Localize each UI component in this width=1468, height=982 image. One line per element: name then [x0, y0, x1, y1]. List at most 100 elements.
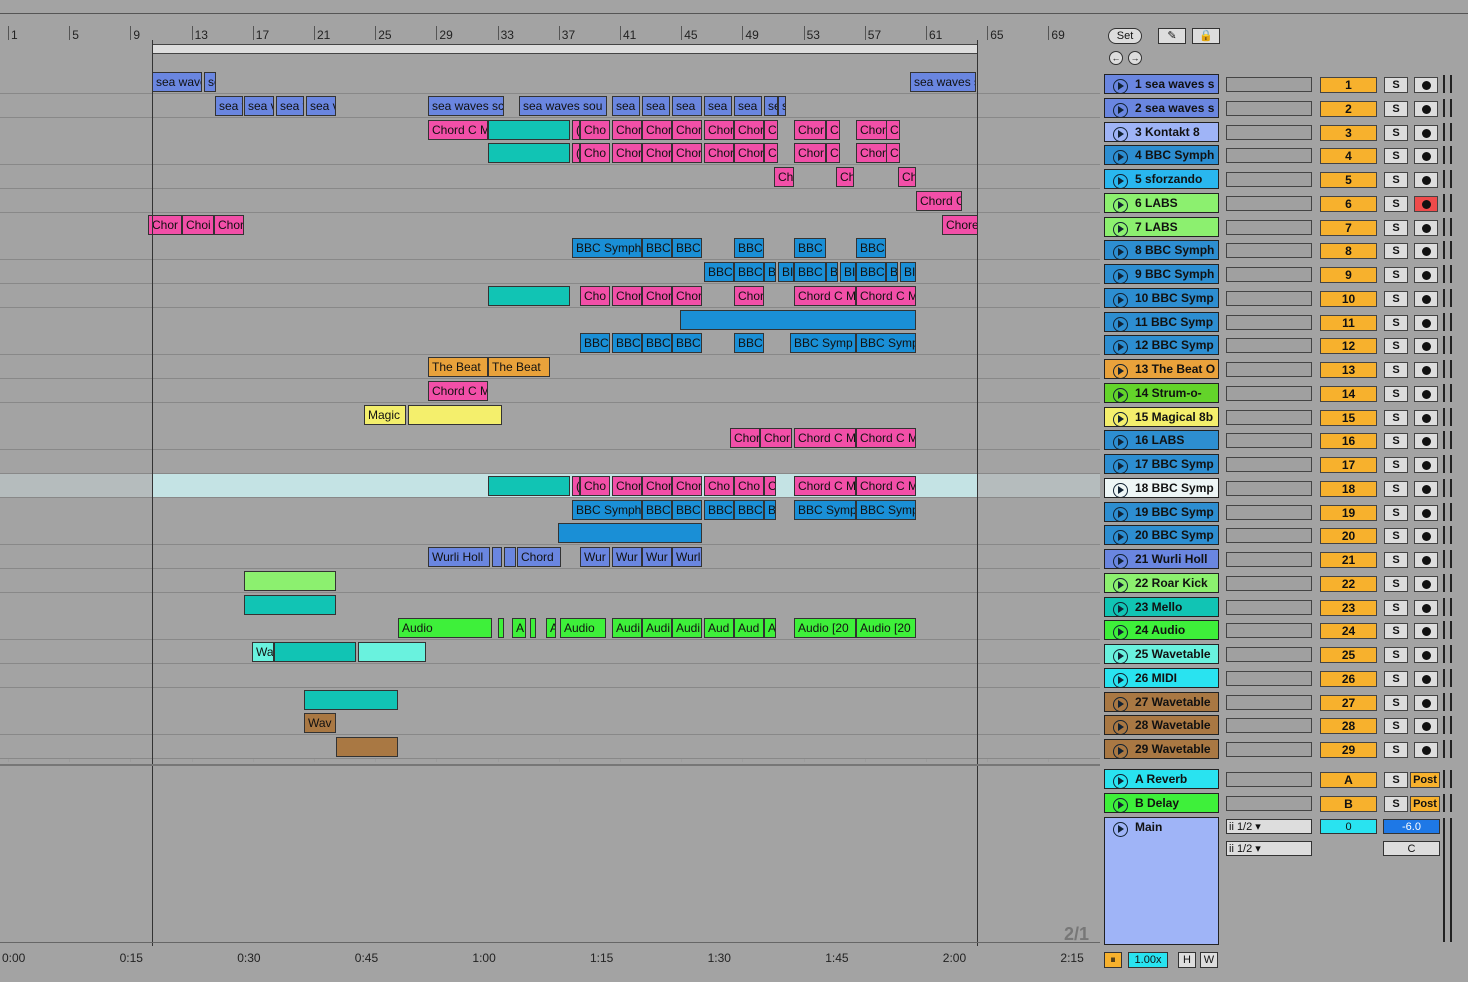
clip[interactable]: BBC: [734, 333, 764, 354]
track-name[interactable]: 25 Wavetable: [1104, 644, 1219, 664]
track-number-button[interactable]: 15: [1320, 409, 1377, 426]
track-name[interactable]: 19 BBC Symp: [1104, 501, 1219, 522]
clip[interactable]: BBC Symph: [572, 238, 642, 259]
clip[interactable]: Chor: [612, 119, 642, 140]
clip[interactable]: B: [886, 262, 898, 282]
track-lane[interactable]: [0, 735, 1100, 759]
clip[interactable]: Audio: [398, 618, 492, 639]
clip[interactable]: Chord C M: [794, 475, 856, 496]
arrangement-view[interactable]: sea wavesesea waves ssea vsea vsea vsea …: [0, 70, 1100, 762]
track-activator-icon[interactable]: [1113, 411, 1128, 426]
track-lane[interactable]: [0, 521, 1100, 546]
arm-record-icon[interactable]: [1414, 647, 1438, 663]
track-activator-icon[interactable]: [1113, 197, 1128, 212]
clip[interactable]: se: [764, 95, 778, 116]
h-button[interactable]: H: [1178, 952, 1196, 968]
arm-record-icon[interactable]: [1414, 528, 1438, 545]
clip[interactable]: Cho: [580, 143, 610, 164]
solo-button[interactable]: S: [1384, 599, 1408, 616]
arm-record-icon[interactable]: [1414, 409, 1438, 426]
track-number-button[interactable]: 10: [1320, 290, 1377, 307]
clip[interactable]: Chor: [642, 119, 672, 140]
track-number-button[interactable]: 1: [1320, 77, 1377, 93]
solo-button[interactable]: S: [1384, 290, 1408, 307]
arm-record-icon[interactable]: [1414, 77, 1438, 93]
track-number-button[interactable]: 7: [1320, 219, 1377, 236]
clip[interactable]: Chor: [612, 285, 642, 306]
track-number-button[interactable]: 9: [1320, 267, 1377, 283]
track-name[interactable]: 2 sea waves s: [1104, 97, 1219, 118]
clip[interactable]: Chore: [942, 214, 978, 235]
solo-button[interactable]: S: [1384, 338, 1408, 355]
clip[interactable]: The Beat: [428, 357, 488, 377]
solo-button[interactable]: S: [1384, 742, 1408, 758]
solo-button[interactable]: S: [1384, 148, 1408, 165]
clip[interactable]: BBC Symp: [856, 333, 916, 354]
clip[interactable]: BBC Symp: [856, 499, 916, 520]
track-name[interactable]: 1 sea waves s: [1104, 74, 1219, 94]
clip[interactable]: Chor: [642, 143, 672, 164]
track-lane[interactable]: Wurli Holl Chord Wur Wur Wur Wurl: [0, 545, 1100, 569]
clip[interactable]: Chor: [760, 428, 792, 449]
clip[interactable]: Cl: [826, 143, 840, 164]
post-button[interactable]: Post: [1410, 796, 1440, 812]
clip[interactable]: BBC: [794, 262, 826, 282]
clip[interactable]: Chord C M: [428, 380, 488, 401]
clip[interactable]: [488, 119, 570, 140]
track-name[interactable]: 20 BBC Symp: [1104, 525, 1219, 546]
track-activator-icon[interactable]: [1113, 554, 1128, 568]
track-name[interactable]: 4 BBC Symph: [1104, 145, 1219, 166]
gain-field[interactable]: -6.0: [1383, 819, 1440, 834]
track-activator-icon[interactable]: [1113, 174, 1128, 188]
track-activator-icon[interactable]: [1113, 459, 1128, 473]
track-header[interactable]: 10 BBC Symp 10 S: [1100, 286, 1468, 310]
back-arrow-icon[interactable]: ←: [1109, 51, 1123, 65]
set-button[interactable]: Set: [1108, 28, 1142, 44]
arm-record-icon[interactable]: [1414, 599, 1438, 616]
solo-button[interactable]: S: [1384, 528, 1408, 545]
clip[interactable]: Chor: [734, 119, 764, 140]
arm-record-icon[interactable]: [1414, 480, 1438, 497]
arm-record-icon[interactable]: [1414, 338, 1438, 355]
clip[interactable]: BBC Symp: [794, 499, 856, 520]
clip[interactable]: Chor: [730, 428, 760, 449]
clip[interactable]: Chor: [612, 475, 642, 496]
clip[interactable]: Cho: [734, 475, 764, 496]
track-lane[interactable]: [0, 663, 1100, 688]
solo-button[interactable]: S: [1384, 718, 1408, 735]
clip[interactable]: Cho: [704, 475, 734, 496]
clip[interactable]: Chord C M: [856, 428, 916, 449]
track-name[interactable]: 9 BBC Symph: [1104, 264, 1219, 284]
track-activator-icon[interactable]: [1113, 245, 1128, 260]
clip[interactable]: BBC: [734, 238, 764, 259]
clip[interactable]: BBC: [672, 238, 702, 259]
clip[interactable]: BBC: [794, 238, 826, 259]
clip[interactable]: Wur: [580, 547, 610, 567]
track-name[interactable]: 8 BBC Symph: [1104, 240, 1219, 261]
track-number-button[interactable]: 3: [1320, 124, 1377, 141]
solo-button[interactable]: S: [1384, 195, 1408, 212]
track-activator-icon[interactable]: [1113, 292, 1128, 307]
solo-button[interactable]: S: [1384, 504, 1408, 521]
track-name[interactable]: B Delay: [1104, 793, 1219, 813]
clip[interactable]: (: [572, 119, 580, 140]
track-lane[interactable]: Ch Ch Ch: [0, 165, 1100, 189]
arm-record-icon[interactable]: [1414, 575, 1438, 592]
track-header[interactable]: 14 Strum-o- 14 S: [1100, 381, 1468, 405]
clip[interactable]: s: [778, 95, 786, 116]
solo-button[interactable]: S: [1384, 409, 1408, 426]
track-activator-icon[interactable]: [1113, 601, 1128, 616]
clip[interactable]: Audio [20: [794, 618, 856, 639]
clip[interactable]: [408, 404, 502, 425]
clip[interactable]: sea: [704, 95, 732, 116]
track-number-button[interactable]: 18: [1320, 480, 1377, 497]
volume-field[interactable]: 0: [1320, 819, 1377, 834]
arm-record-icon[interactable]: [1414, 742, 1438, 758]
clip[interactable]: BBC: [612, 333, 642, 354]
clip[interactable]: A: [546, 618, 556, 639]
clip[interactable]: Audi: [612, 618, 642, 639]
clip[interactable]: sea: [612, 95, 640, 116]
solo-button[interactable]: S: [1384, 457, 1408, 473]
clip[interactable]: A: [764, 618, 776, 639]
collapse-icon[interactable]: [1113, 822, 1128, 837]
